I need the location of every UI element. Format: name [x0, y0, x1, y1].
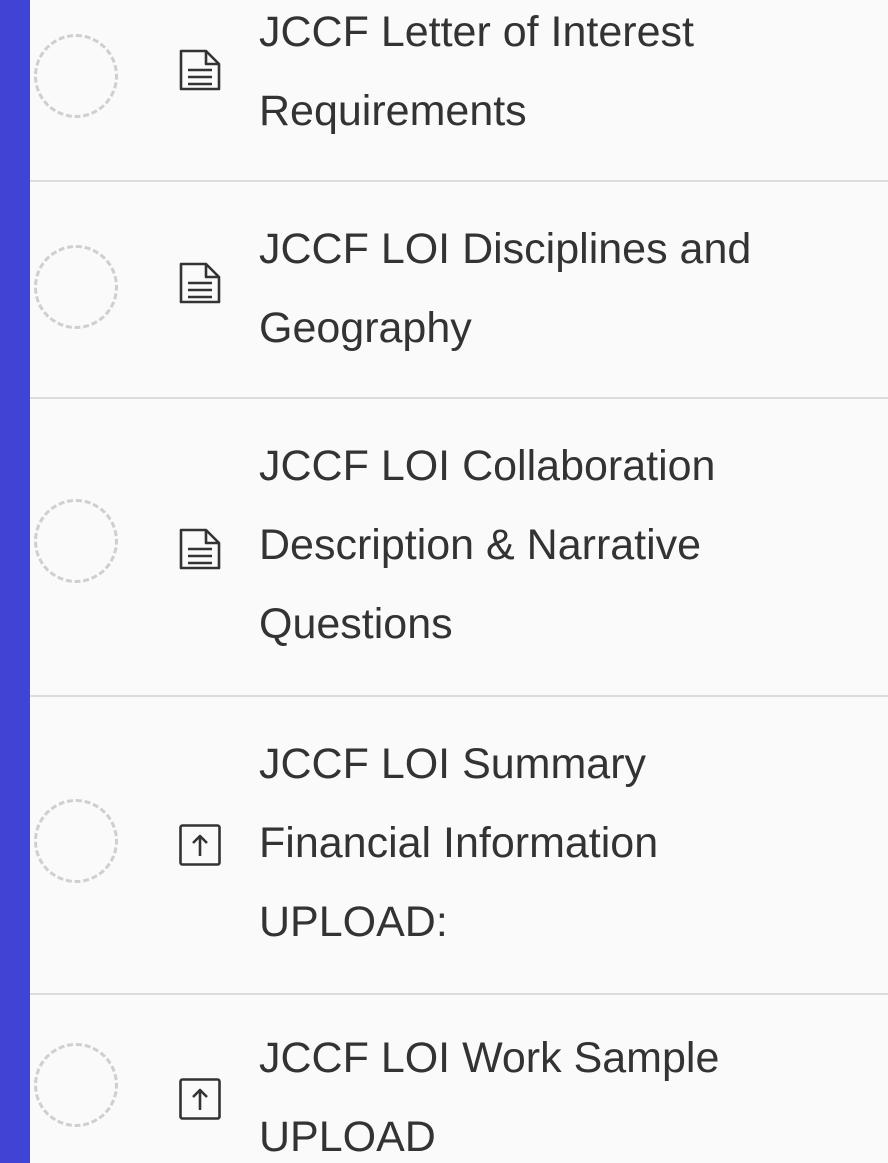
task-label: JCCF LOI Summary Financial Information U…: [259, 740, 659, 946]
status-incomplete-icon: [34, 499, 118, 583]
task-item-letter-of-interest-requirements[interactable]: JCCF Letter of Interest Requirements: [30, 0, 888, 182]
status-incomplete-icon: [34, 799, 118, 883]
task-label: JCCF LOI Disciplines and Geography: [259, 225, 752, 352]
task-item-collaboration-description[interactable]: JCCF LOI Collaboration Description & Nar…: [30, 399, 888, 697]
status-incomplete-icon: [34, 34, 118, 118]
document-icon: [179, 49, 221, 91]
task-label: JCCF LOI Collaboration Description & Nar…: [259, 442, 716, 648]
status-incomplete-icon: [34, 245, 118, 329]
task-label: JCCF Letter of Interest Requirements: [259, 8, 694, 135]
task-label: JCCF LOI Work Sample UPLOAD: [259, 1034, 720, 1161]
task-list: JCCF Letter of Interest Requirements JCC…: [30, 0, 888, 1163]
page: JCCF Letter of Interest Requirements JCC…: [0, 0, 888, 1163]
upload-icon: [179, 824, 221, 866]
sidebar-accent-bar: [0, 0, 30, 1163]
status-incomplete-icon: [34, 1043, 118, 1127]
document-icon: [179, 528, 221, 570]
task-item-work-sample-upload[interactable]: JCCF LOI Work Sample UPLOAD: [30, 995, 888, 1163]
document-icon: [179, 262, 221, 304]
task-item-summary-financial-upload[interactable]: JCCF LOI Summary Financial Information U…: [30, 697, 888, 995]
task-item-disciplines-and-geography[interactable]: JCCF LOI Disciplines and Geography: [30, 182, 888, 399]
upload-icon: [179, 1078, 221, 1120]
